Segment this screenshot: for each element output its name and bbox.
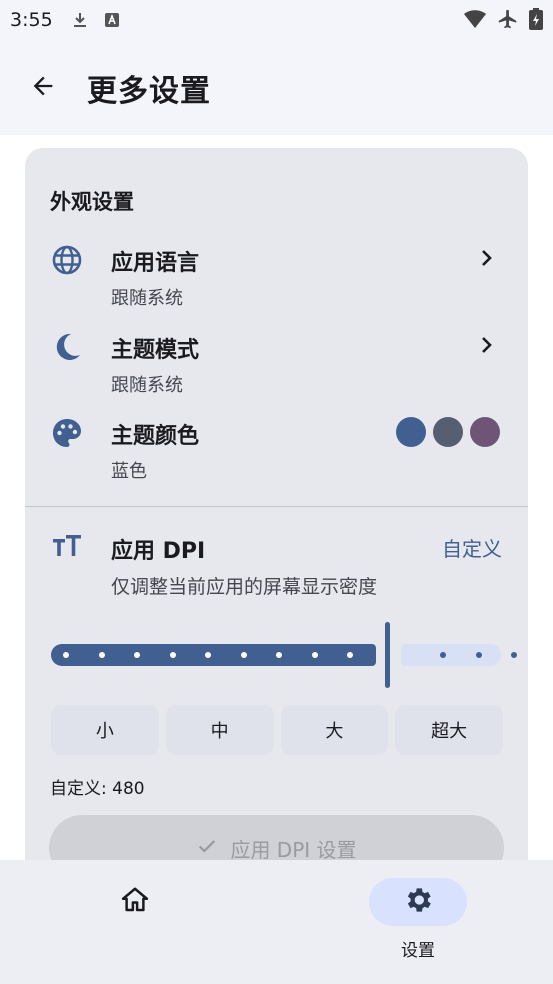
setting-app-dpi: 应用 DPI 自定义 仅调整当前应用的屏幕显示密度 [25,530,528,600]
slider-thumb[interactable] [385,622,390,688]
nav-pill-selected [369,878,467,926]
slider-step-dot [311,652,318,658]
battery-icon [529,8,543,35]
section-title-appearance: 外观设置 [50,190,134,214]
slider-step-dot [440,652,446,658]
check-icon [196,835,218,862]
nav-item-home[interactable] [75,878,195,968]
section-divider [25,506,528,507]
slider-step-dot [347,652,353,658]
settings-card: 外观设置 应用语言 跟随系统 主题模式 跟随系统 主题颜色 蓝色 应用 DPI … [25,148,528,908]
page-title: 更多设置 [87,73,211,109]
slider-step-dot [205,652,211,658]
nav-label-settings: 设置 [401,941,435,961]
setting-app-language[interactable]: 应用语言 跟随系统 [25,244,528,324]
airplane-icon [497,8,519,35]
custom-dpi-value: 自定义: 480 [50,779,145,799]
arrow-back-icon [29,72,57,104]
setting-value: 跟随系统 [111,375,183,396]
setting-theme-color[interactable]: 主题颜色 蓝色 [25,417,528,497]
slider-step-dot [98,652,105,658]
slider-step-dot [475,652,482,658]
settings-gear-icon [402,884,434,920]
slider-step-dot [63,652,69,658]
setting-value: 蓝色 [111,461,147,482]
size-button-large[interactable]: 大 [280,705,389,755]
chevron-right-icon [474,333,498,357]
back-button[interactable] [15,60,71,116]
text-size-icon [51,530,83,562]
size-button-medium[interactable]: 中 [165,705,274,755]
slider-step-dot [169,652,176,658]
download-icon [71,11,89,29]
globe-icon [51,244,83,276]
slider-track-inactive [401,644,501,666]
color-swatch-purple[interactable] [470,417,500,447]
apply-dpi-label: 应用 DPI 设置 [230,837,357,862]
top-app-bar: 更多设置 [0,40,553,135]
size-button-small[interactable]: 小 [51,705,159,755]
setting-title: 应用 DPI [111,539,206,564]
status-right [463,8,543,35]
custom-dpi-link[interactable]: 自定义 [442,533,502,562]
slider-step-dot [511,652,517,658]
color-swatch-blue[interactable] [396,417,426,447]
slider-step-dot [134,652,140,658]
slider-step-dot [276,652,282,658]
status-time: 3:55 [10,9,53,31]
dpi-size-buttons: 小 中 大 超大 [51,705,503,755]
moon-icon [51,331,83,363]
wifi-icon [463,8,487,35]
setting-title: 应用语言 [111,251,200,276]
setting-title: 主题颜色 [111,424,200,449]
setting-theme-mode[interactable]: 主题模式 跟随系统 [25,331,528,411]
home-icon [120,885,150,919]
bottom-navigation: 设置 [0,860,553,984]
nav-pill [86,878,184,926]
setting-value: 跟随系统 [111,288,183,309]
size-button-xlarge[interactable]: 超大 [395,705,503,755]
color-swatches [396,417,500,447]
setting-title: 主题模式 [111,338,200,363]
palette-icon [51,417,83,449]
setting-description: 仅调整当前应用的屏幕显示密度 [111,576,378,598]
chevron-right-icon [474,246,498,270]
text-a-icon [103,11,121,29]
color-swatch-slate[interactable] [433,417,463,447]
status-bar: 3:55 [0,0,553,40]
nav-item-settings[interactable]: 设置 [358,878,478,968]
dpi-slider[interactable] [51,622,517,688]
slider-step-dot [240,652,247,658]
